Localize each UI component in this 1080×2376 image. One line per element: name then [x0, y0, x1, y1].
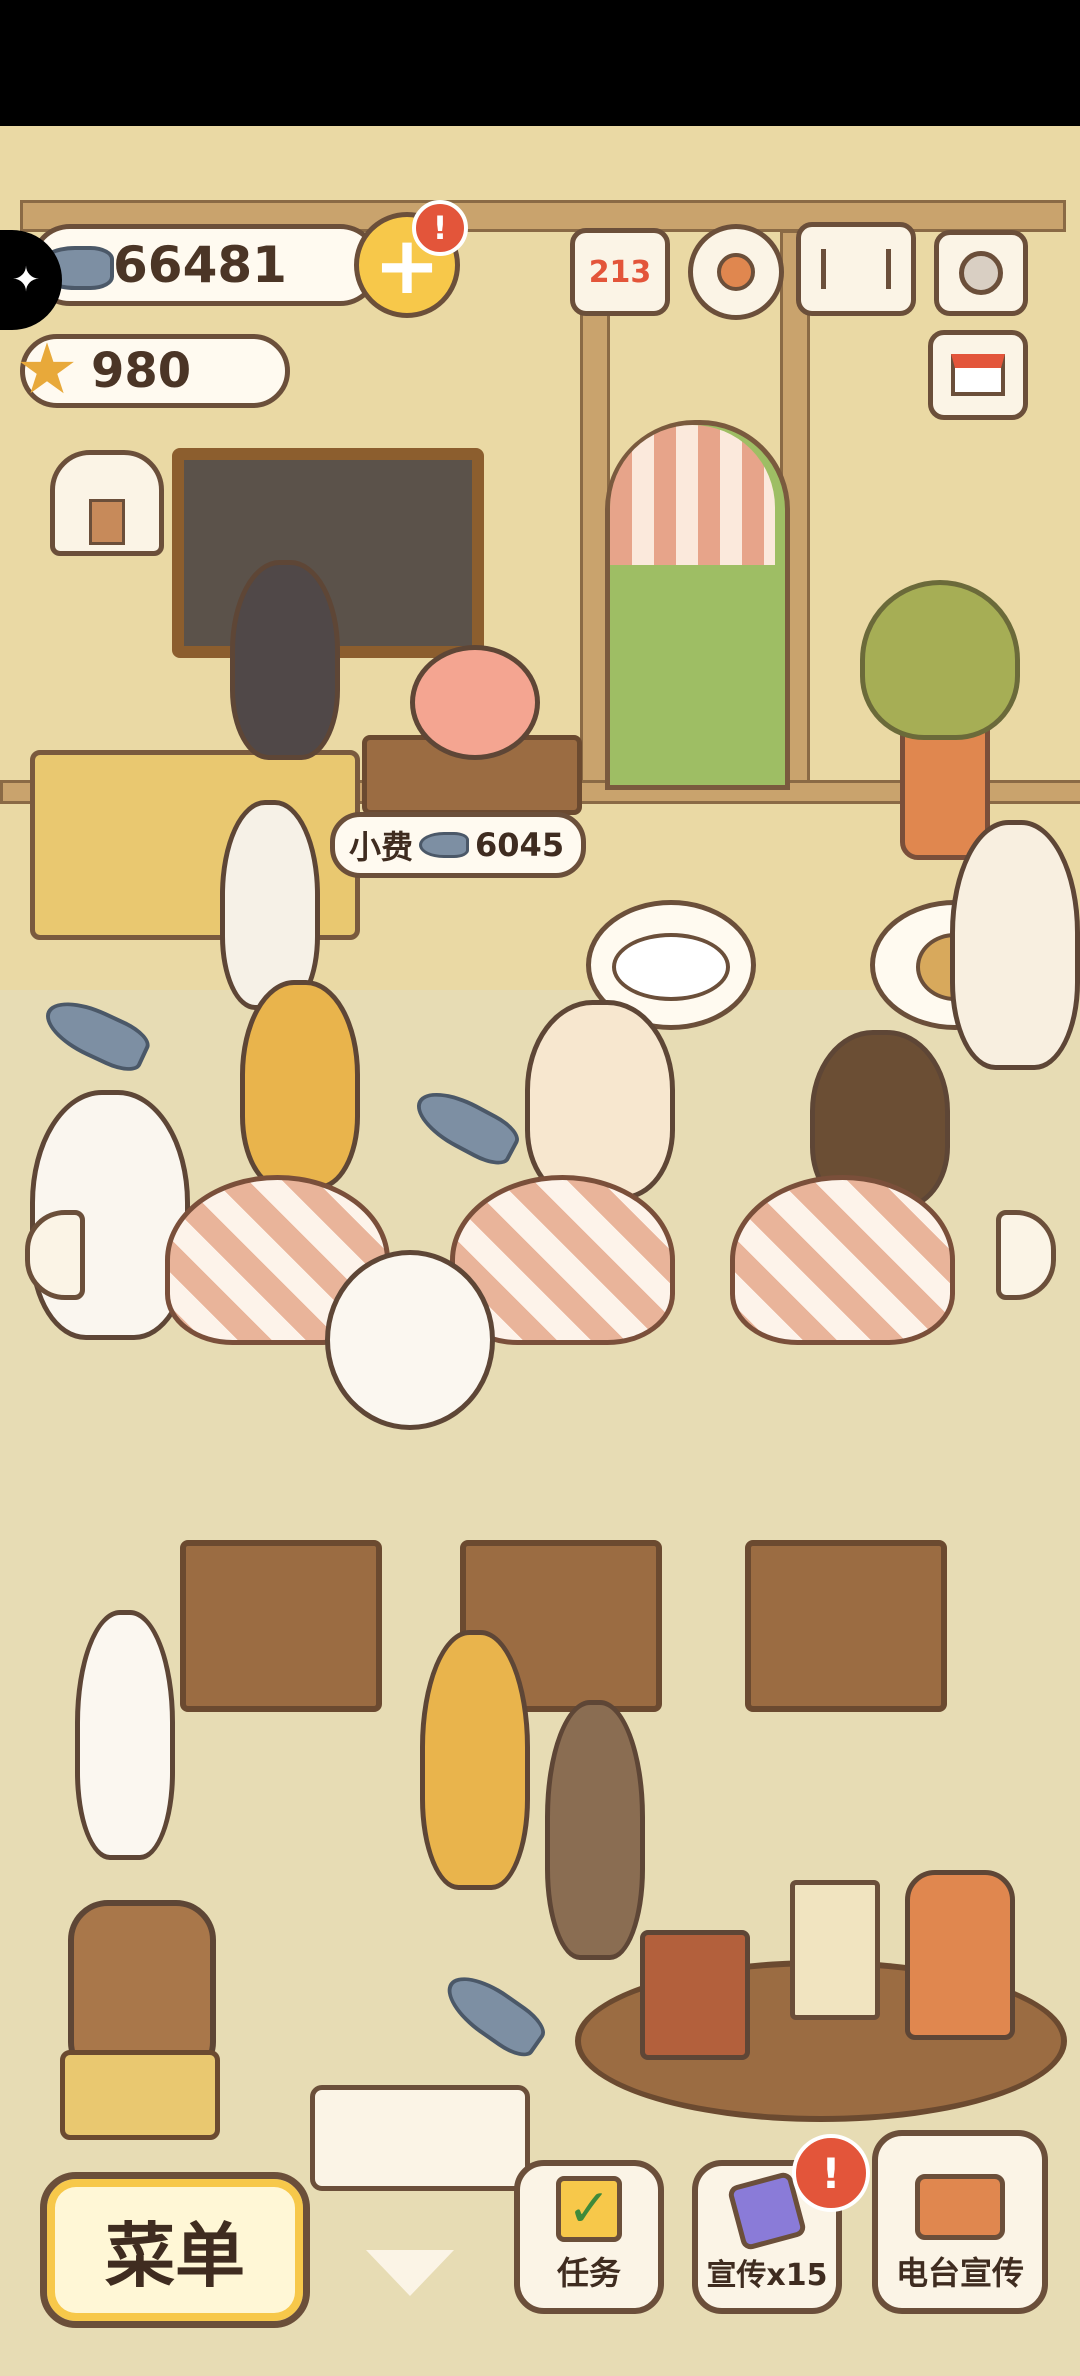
collapse-arrow-icon[interactable] [366, 2250, 454, 2296]
tip-fish-icon [419, 832, 470, 858]
tasks-button[interactable]: ✓ 任务 [514, 2160, 664, 2314]
camera-button[interactable] [934, 230, 1028, 316]
ranking-button[interactable]: 213 [570, 228, 670, 316]
star-count: 980 [91, 343, 192, 399]
star-icon: ★ [15, 328, 79, 410]
plant-leaves [860, 580, 1020, 740]
barrel-stand [60, 2050, 220, 2140]
add-currency-alert-badge: ! [412, 200, 468, 256]
black-cat-waiter[interactable] [230, 560, 340, 760]
badger-customer[interactable] [220, 800, 320, 1010]
status-bar [0, 0, 1080, 126]
camera-icon [959, 251, 1003, 295]
white-cat-customer[interactable] [950, 820, 1080, 1070]
rabbit-customer-brown[interactable] [545, 1700, 645, 1960]
newspaper-icon [951, 354, 1005, 396]
tip-label: 小费 [349, 828, 414, 866]
shop-icon [89, 499, 125, 545]
radio-label: 电台宣传 [895, 2254, 1024, 2292]
radio-promote-button[interactable]: 电台宣传 [872, 2130, 1048, 2314]
checkbox-icon: ✓ [556, 2176, 622, 2242]
piggy-bank[interactable] [410, 645, 540, 760]
recipe-book-button[interactable] [796, 222, 916, 316]
menu-button[interactable]: 菜单 [40, 2172, 310, 2328]
hyena-customer-1[interactable] [240, 980, 360, 1190]
dish-icon [612, 933, 730, 1001]
tasks-label: 任务 [556, 2254, 621, 2292]
promote-label: 宣传x15 [706, 2258, 828, 2293]
floor-rug [310, 2085, 530, 2191]
radio-icon [915, 2174, 1005, 2240]
promote-alert-badge: ! [792, 2134, 870, 2212]
tip-amount: 6045 [475, 826, 565, 864]
gear-icon [717, 253, 755, 291]
hyena-customer-2[interactable] [420, 1630, 530, 1890]
sheep-waiter[interactable] [325, 1250, 495, 1430]
puzzle-icon: ✦ [11, 260, 41, 300]
rabbit-customer-white[interactable] [75, 1610, 175, 1860]
menu-label: 菜单 [105, 2214, 245, 2297]
fish-count: 66481 [113, 236, 287, 294]
french-press[interactable] [905, 1870, 1015, 2040]
round-table-3[interactable] [730, 1175, 955, 1345]
ranking-icon: 213 [588, 254, 652, 290]
tip-bubble[interactable]: 小费 6045 [330, 812, 586, 878]
shop-button[interactable] [50, 450, 164, 556]
wooden-table-1[interactable] [180, 1540, 382, 1712]
settings-button[interactable] [688, 224, 784, 320]
newspaper-button[interactable] [928, 330, 1028, 420]
book-icon [821, 249, 891, 289]
coffee-bag[interactable] [790, 1880, 880, 2020]
wooden-table-3[interactable] [745, 1540, 947, 1712]
shiba-dog-customer[interactable] [525, 1000, 675, 1200]
coffee-grinder[interactable] [640, 1930, 750, 2060]
